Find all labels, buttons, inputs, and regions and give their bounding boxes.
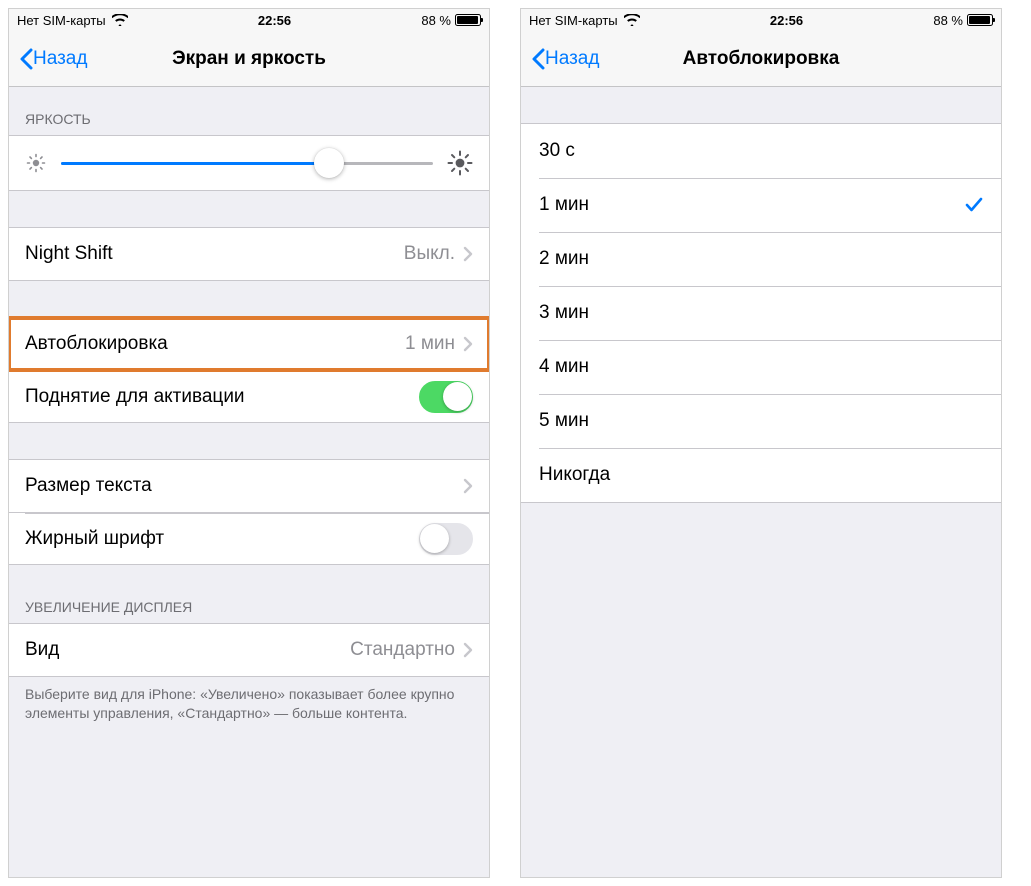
phone-display-brightness: Нет SIM-карты 22:56 88 % Назад Экран и я… — [8, 8, 490, 878]
autolock-options: 30 с 1 мин 2 мин 3 мин 4 мин 5 мин Никогда — [521, 123, 1001, 503]
toggle-knob — [443, 382, 472, 411]
autolock-option-label: 30 с — [539, 140, 983, 162]
autolock-row[interactable]: Автоблокировка 1 мин — [9, 318, 489, 370]
clock: 22:56 — [770, 13, 803, 28]
autolock-option-label: 4 мин — [539, 356, 983, 378]
autolock-option[interactable]: Никогда — [521, 448, 1001, 502]
raise-to-wake-row[interactable]: Поднятие для активации — [9, 370, 489, 422]
chevron-right-icon — [463, 642, 473, 658]
autolock-option-label: 2 мин — [539, 248, 983, 270]
autolock-option-label: 5 мин — [539, 410, 983, 432]
sun-low-icon — [25, 152, 47, 174]
battery-icon — [967, 14, 993, 26]
raise-to-wake-toggle[interactable] — [419, 381, 473, 413]
status-bar: Нет SIM-карты 22:56 88 % — [521, 9, 1001, 31]
settings-content: ЯРКОСТЬ Night Shift Выкл. — [9, 87, 489, 877]
autolock-option-label: Никогда — [539, 464, 983, 486]
autolock-option[interactable]: 5 мин — [521, 394, 1001, 448]
brightness-slider-thumb[interactable] — [314, 148, 344, 178]
autolock-option[interactable]: 1 мин — [521, 178, 1001, 232]
toggle-knob — [420, 524, 449, 553]
battery-fill — [969, 16, 990, 24]
chevron-left-icon — [531, 48, 545, 70]
text-size-row[interactable]: Размер текста — [9, 460, 489, 512]
check-icon — [965, 197, 983, 213]
night-shift-row[interactable]: Night Shift Выкл. — [9, 228, 489, 280]
chevron-left-icon — [19, 48, 33, 70]
section-header-brightness: ЯРКОСТЬ — [9, 87, 489, 135]
battery-pct: 88 % — [933, 13, 963, 28]
view-label: Вид — [25, 639, 350, 661]
view-row[interactable]: Вид Стандартно — [9, 624, 489, 676]
raise-to-wake-label: Поднятие для активации — [25, 386, 419, 408]
phone-autolock: Нет SIM-карты 22:56 88 % Назад Автоблоки… — [520, 8, 1002, 878]
status-bar: Нет SIM-карты 22:56 88 % — [9, 9, 489, 31]
nav-bar: Назад Экран и яркость — [9, 31, 489, 87]
text-group: Размер текста Жирный шрифт — [9, 459, 489, 565]
autolock-option[interactable]: 2 мин — [521, 232, 1001, 286]
wifi-icon — [624, 14, 640, 26]
autolock-value: 1 мин — [405, 333, 455, 355]
wifi-icon — [112, 14, 128, 26]
autolock-option-label: 3 мин — [539, 302, 983, 324]
brightness-group — [9, 135, 489, 191]
back-label: Назад — [545, 48, 599, 70]
autolock-group: Автоблокировка 1 мин Поднятие для актива… — [9, 317, 489, 423]
bold-text-row[interactable]: Жирный шрифт — [9, 512, 489, 564]
autolock-option[interactable]: 3 мин — [521, 286, 1001, 340]
bold-text-label: Жирный шрифт — [25, 528, 419, 550]
autolock-content: 30 с 1 мин 2 мин 3 мин 4 мин 5 мин Никогда — [521, 87, 1001, 877]
sun-high-icon — [447, 150, 473, 176]
back-label: Назад — [33, 48, 87, 70]
back-button[interactable]: Назад — [531, 48, 599, 70]
text-size-label: Размер текста — [25, 475, 463, 497]
brightness-slider-row[interactable] — [9, 136, 489, 190]
back-button[interactable]: Назад — [19, 48, 87, 70]
chevron-right-icon — [463, 336, 473, 352]
chevron-right-icon — [463, 478, 473, 494]
brightness-slider-fill — [61, 162, 329, 165]
carrier-label: Нет SIM-карты — [17, 13, 106, 28]
bold-text-toggle[interactable] — [419, 523, 473, 555]
view-group: Вид Стандартно — [9, 623, 489, 677]
battery-pct: 88 % — [421, 13, 451, 28]
night-shift-label: Night Shift — [25, 243, 404, 265]
night-shift-value: Выкл. — [404, 243, 455, 265]
nav-bar: Назад Автоблокировка — [521, 31, 1001, 87]
battery-fill — [457, 16, 478, 24]
autolock-label: Автоблокировка — [25, 333, 405, 355]
brightness-slider[interactable] — [61, 162, 433, 165]
night-shift-group: Night Shift Выкл. — [9, 227, 489, 281]
chevron-right-icon — [463, 246, 473, 262]
section-header-display-zoom: УВЕЛИЧЕНИЕ ДИСПЛЕЯ — [9, 565, 489, 623]
battery-icon — [455, 14, 481, 26]
autolock-option[interactable]: 30 с — [521, 124, 1001, 178]
view-value: Стандартно — [350, 639, 455, 661]
carrier-label: Нет SIM-карты — [529, 13, 618, 28]
autolock-option[interactable]: 4 мин — [521, 340, 1001, 394]
view-footer: Выберите вид для iPhone: «Увеличено» пок… — [9, 677, 489, 739]
autolock-option-label: 1 мин — [539, 194, 965, 216]
clock: 22:56 — [258, 13, 291, 28]
